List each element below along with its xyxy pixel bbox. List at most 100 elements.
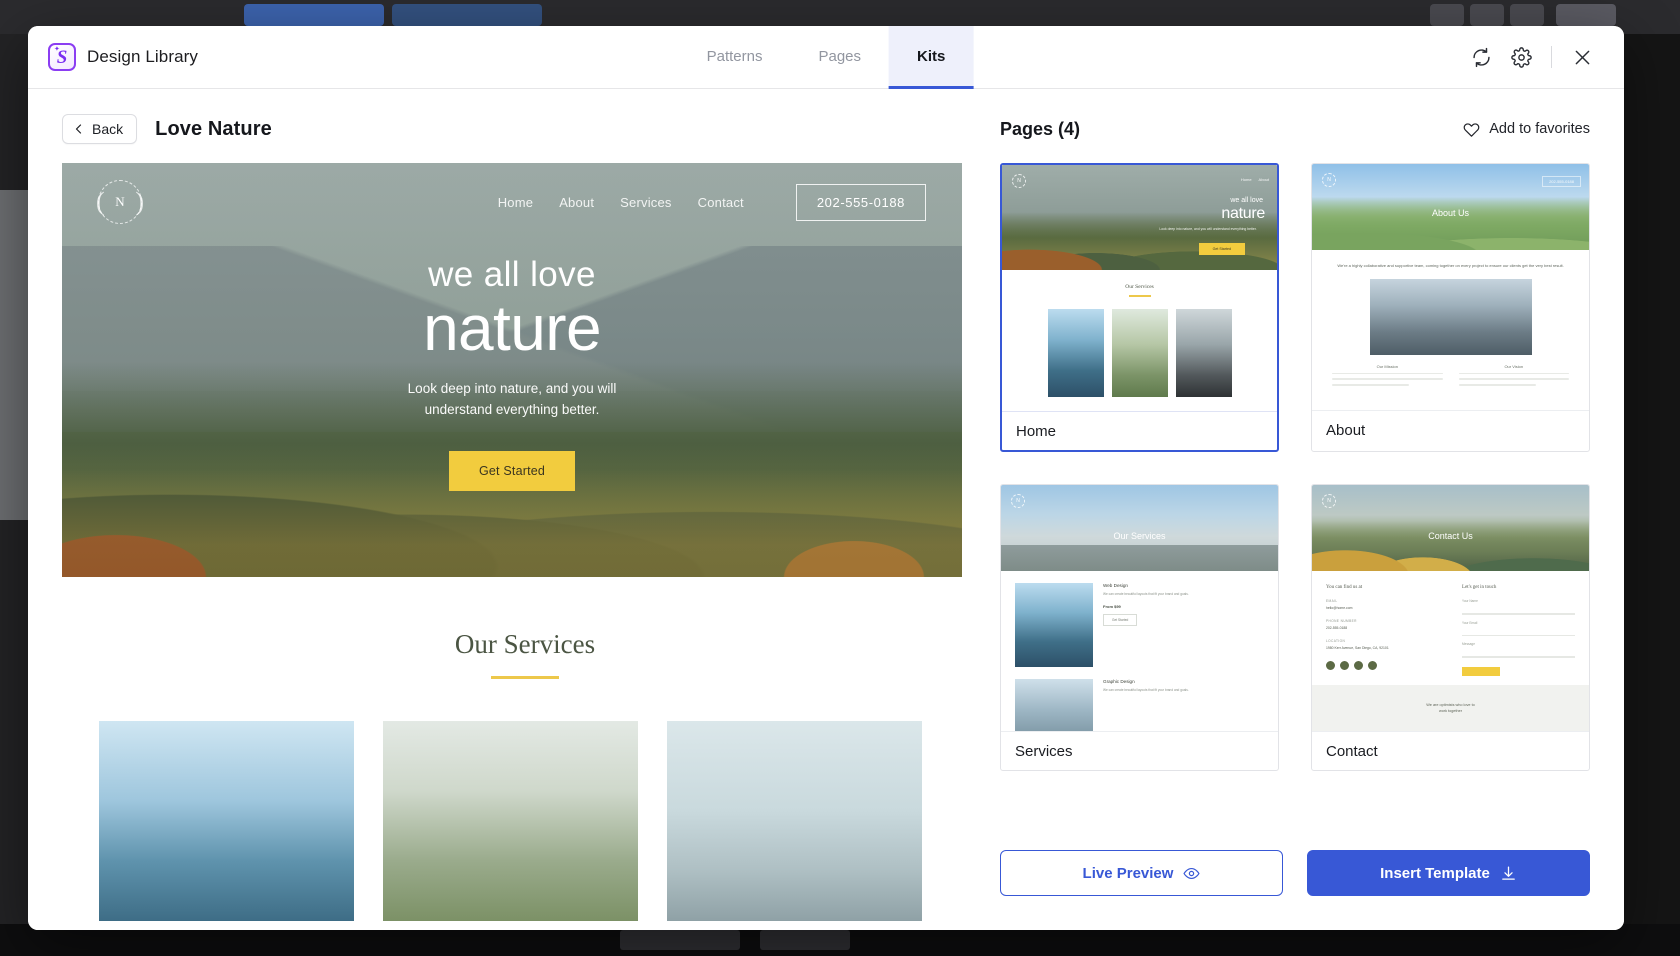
- mini-logo-icon: N: [1322, 173, 1336, 187]
- social-icon: [1354, 661, 1363, 670]
- mini-column-heading: Our Vision: [1504, 363, 1524, 369]
- mini-form-label: Message: [1462, 642, 1475, 647]
- mini-logo-letter: N: [1017, 178, 1021, 184]
- kit-preview-scroll[interactable]: ( N ) Home About Services Contact 202-55…: [62, 163, 1000, 930]
- insert-template-button[interactable]: Insert Template: [1307, 850, 1590, 896]
- page-thumbnail-home[interactable]: N Home About we all love nature Look dee…: [1000, 163, 1279, 452]
- mini-service-image: [1015, 583, 1093, 667]
- mini-hero-cta: Get Started: [1198, 243, 1245, 255]
- mini-form-label: Your Name: [1462, 599, 1478, 603]
- mini-hero: N 202-555-0188 About Us: [1312, 164, 1589, 250]
- mini-logo-letter: N: [1016, 498, 1020, 504]
- mini-hero-hills: [1312, 196, 1589, 250]
- mini-field-label: LOCATION: [1326, 639, 1346, 643]
- live-preview-label: Live Preview: [1082, 864, 1174, 882]
- page-thumbnails-grid: N Home About we all love nature Look dee…: [1000, 163, 1590, 771]
- preview-nav-links: Home About Services Contact 202-555-0188: [498, 183, 926, 221]
- pages-count-label: Pages (4): [1000, 118, 1081, 139]
- modal-header: ✦ S Design Library Patterns Pages Kits: [28, 26, 1624, 89]
- page-thumbnail-services[interactable]: N Our Services Web Design We can create …: [1000, 484, 1279, 771]
- mini-social-icons: [1326, 661, 1456, 670]
- hero-subtitle-line2: understand everything better.: [424, 402, 600, 418]
- mini-logo-icon: N: [1011, 494, 1025, 508]
- preview-nav-home[interactable]: Home: [498, 195, 533, 210]
- mini-hero-sub: Look deep into nature, and you will unde…: [1159, 227, 1257, 231]
- refresh-icon[interactable]: [1461, 37, 1501, 77]
- mini-form-line: [1462, 656, 1575, 658]
- laurel-right-icon: ): [135, 187, 144, 216]
- tab-pages[interactable]: Pages: [790, 26, 889, 89]
- backdrop-chip: [1556, 4, 1616, 26]
- app-title: Design Library: [87, 47, 199, 66]
- mini-service-price: From $99: [1103, 603, 1121, 609]
- page-thumbnail-about[interactable]: N 202-555-0188 About Us We're a highly c…: [1311, 163, 1590, 452]
- thumbnail-image-contact: N Contact Us You can find us at EMAIL he…: [1312, 485, 1589, 731]
- mini-field-label: PHONE NUMBER: [1326, 619, 1357, 623]
- insert-template-label: Insert Template: [1380, 864, 1490, 882]
- hero-cta-button[interactable]: Get Started: [448, 451, 576, 492]
- tab-kits[interactable]: Kits: [889, 26, 974, 89]
- backdrop-chip: [1510, 4, 1544, 26]
- live-preview-button[interactable]: Live Preview: [1000, 850, 1283, 896]
- close-icon[interactable]: [1562, 37, 1602, 77]
- mini-hero: N Contact Us: [1312, 485, 1589, 571]
- backdrop-chip: [1470, 4, 1504, 26]
- mini-form-field: Your Email: [1462, 621, 1575, 637]
- mini-page-contact: N Contact Us You can find us at EMAIL he…: [1312, 485, 1589, 731]
- service-card-image: [99, 721, 354, 921]
- preview-nav-contact[interactable]: Contact: [698, 195, 744, 210]
- preview-services-section: Our Services: [62, 629, 988, 921]
- mini-field-value: 202-555-0188: [1326, 626, 1348, 630]
- mini-nav-item: About: [1258, 177, 1269, 182]
- kit-title: Love Nature: [155, 117, 272, 140]
- main-tabs: Patterns Pages Kits: [679, 26, 974, 89]
- mini-footer: We are optimists who love to work togeth…: [1312, 685, 1589, 731]
- mini-hero-base: [1001, 545, 1278, 571]
- mini-card-image: [1047, 308, 1104, 397]
- preview-nav-about[interactable]: About: [559, 195, 594, 210]
- backdrop-chip: [244, 4, 384, 26]
- back-button-label: Back: [92, 121, 124, 137]
- mini-page-about: N 202-555-0188 About Us We're a highly c…: [1312, 164, 1589, 410]
- gear-icon[interactable]: [1501, 37, 1541, 77]
- pages-header: Pages (4) Add to favorites: [1000, 111, 1590, 147]
- mini-nav: Home About: [1241, 177, 1269, 182]
- services-cards: [62, 721, 988, 921]
- social-icon: [1326, 661, 1335, 670]
- mini-service-name: Web Design: [1103, 583, 1128, 588]
- kit-preview-pane: Back Love Nature ( N) Home About Servic…: [28, 89, 1000, 930]
- hero-subtitle-line1: Look deep into nature, and you will: [407, 381, 617, 397]
- thumbnail-image-services: N Our Services Web Design We can create …: [1001, 485, 1278, 731]
- mini-service-text: Web Design We can create beautiful layou…: [1103, 583, 1264, 667]
- mini-phone-pill: 202-555-0188: [1542, 176, 1581, 187]
- backdrop-chip: [392, 4, 542, 26]
- mini-text-line: [1458, 383, 1536, 386]
- mini-service-name: Graphic Design: [1103, 679, 1135, 684]
- mini-logo-letter: N: [1327, 498, 1331, 504]
- pages-actions: Live Preview Insert Template: [1000, 850, 1590, 930]
- mini-about-columns: Our Mission Our Vision: [1312, 355, 1589, 386]
- tab-patterns[interactable]: Patterns: [679, 26, 791, 89]
- backdrop-chip: [1430, 4, 1464, 26]
- mini-form-heading: Let's get in touch: [1462, 585, 1497, 590]
- app-brand: ✦ S Design Library: [28, 26, 388, 88]
- back-button[interactable]: Back: [62, 114, 138, 144]
- preview-logo-letter: N: [115, 194, 125, 209]
- page-thumbnail-contact[interactable]: N Contact Us You can find us at EMAIL he…: [1311, 484, 1590, 771]
- mini-text-line: [1332, 372, 1443, 375]
- mini-footer-line2: work together: [1438, 709, 1462, 713]
- preview-nav-services[interactable]: Services: [620, 195, 671, 210]
- mini-column-heading: Our Mission: [1376, 363, 1398, 369]
- add-to-favorites-button[interactable]: Add to favorites: [1463, 121, 1590, 138]
- thumbnail-label-contact: Contact: [1312, 731, 1589, 770]
- mini-card-image: [1175, 308, 1232, 397]
- mini-text-line: [1332, 383, 1410, 386]
- chevron-left-icon: [75, 124, 82, 134]
- preview-hero: ( N ) Home About Services Contact 202-55…: [62, 163, 962, 577]
- preview-phone-button[interactable]: 202-555-0188: [795, 183, 926, 221]
- mini-about-column: Our Vision: [1458, 363, 1569, 386]
- mini-text-line: [1458, 372, 1569, 375]
- sparkle-icon: ✦: [54, 46, 60, 53]
- mini-page-title: Our Services: [1113, 531, 1166, 541]
- design-library-modal: ✦ S Design Library Patterns Pages Kits B…: [28, 26, 1624, 930]
